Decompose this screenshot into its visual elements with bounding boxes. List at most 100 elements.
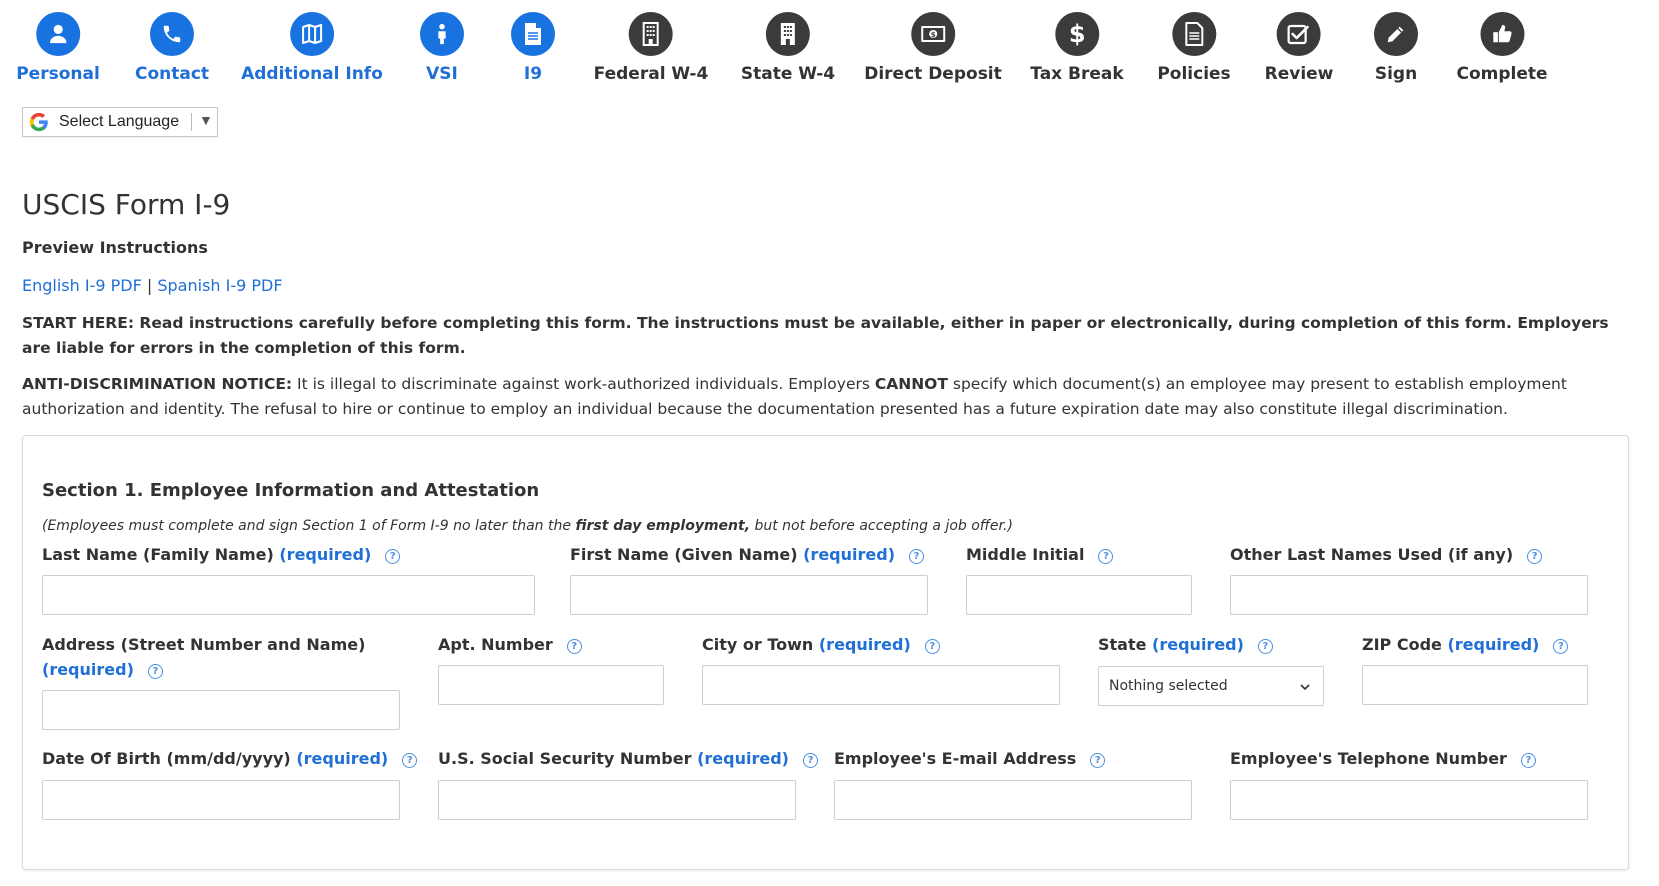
step-contact[interactable]: Contact [135, 12, 209, 84]
english-i9-pdf-link[interactable]: English I-9 PDF [22, 276, 142, 295]
step-label: State W-4 [740, 64, 836, 84]
first-name-input[interactable] [570, 575, 928, 615]
notice-text: It is illegal to discriminate against wo… [292, 375, 875, 393]
other-last-names-label: Other Last Names Used (if any)? [1230, 542, 1543, 567]
state-select[interactable]: Nothing selected [1098, 666, 1324, 706]
middle-initial-label: Middle Initial? [966, 542, 1114, 567]
step-sign[interactable]: Sign [1374, 12, 1418, 84]
dropdown-arrow-icon: ▼ [199, 112, 213, 128]
figure-icon [420, 12, 464, 56]
building-icon [628, 12, 673, 56]
apt-number-input[interactable] [438, 665, 664, 705]
step-label: Personal [16, 64, 100, 84]
office-building-icon [765, 12, 810, 56]
middle-initial-input[interactable] [966, 575, 1192, 615]
ssn-input[interactable] [438, 780, 796, 820]
step-direct-deposit[interactable]: $ Direct Deposit [864, 12, 1002, 84]
required-marker: (required) [279, 545, 372, 564]
zip-code-label: ZIP Code (required)? [1362, 632, 1569, 657]
pdf-links: English I-9 PDF | Spanish I-9 PDF [22, 276, 283, 295]
step-label: Additional Info [241, 64, 383, 84]
divider [191, 113, 192, 131]
other-last-names-input[interactable] [1230, 575, 1588, 615]
help-icon[interactable]: ? [1527, 549, 1543, 564]
step-review[interactable]: Review [1264, 12, 1334, 84]
required-marker: (required) [818, 635, 911, 654]
step-label: Tax Break [1030, 64, 1124, 84]
dollar-icon: $ [1054, 12, 1099, 56]
dob-input[interactable] [42, 780, 400, 820]
state-selected-value: Nothing selected [1109, 678, 1228, 694]
help-icon[interactable]: ? [1553, 639, 1569, 654]
label-text: U.S. Social Security Number [438, 749, 692, 768]
step-personal[interactable]: Personal [16, 12, 100, 84]
help-icon[interactable]: ? [1257, 639, 1273, 654]
city-input[interactable] [702, 665, 1060, 705]
spanish-i9-pdf-link[interactable]: Spanish I-9 PDF [157, 276, 282, 295]
help-icon[interactable]: ? [1520, 753, 1536, 768]
map-icon [290, 12, 334, 56]
last-name-input[interactable] [42, 575, 535, 615]
money-icon: $ [910, 12, 955, 56]
label-text: Employee's E-mail Address [834, 749, 1077, 768]
step-label: Complete [1456, 64, 1548, 84]
note-text: but not before accepting a job offer.) [750, 518, 1013, 534]
step-policies[interactable]: Policies [1157, 12, 1231, 84]
required-marker: (required) [42, 660, 134, 679]
label-text: State [1098, 635, 1147, 654]
svg-text:$: $ [931, 31, 936, 39]
help-icon[interactable]: ? [909, 549, 924, 564]
help-icon[interactable]: ? [924, 639, 940, 654]
anti-discrimination-notice: ANTI-DISCRIMINATION NOTICE: It is illega… [22, 372, 1632, 422]
select-language-dropdown[interactable]: Select Language ▼ [22, 107, 218, 137]
document-icon [511, 12, 555, 56]
step-state-w4[interactable]: State W-4 [741, 12, 835, 84]
step-label: Direct Deposit [864, 64, 1002, 84]
step-label: Policies [1157, 64, 1231, 84]
thumbs-up-icon [1480, 12, 1524, 56]
required-marker: (required) [1447, 635, 1540, 654]
label-text: Apt. Number [438, 635, 553, 654]
step-vsi[interactable]: VSI [420, 12, 464, 84]
required-marker: (required) [296, 749, 389, 768]
label-text: Other Last Names Used (if any) [1230, 545, 1514, 564]
step-complete[interactable]: Complete [1456, 12, 1548, 84]
step-federal-w4[interactable]: Federal W-4 [594, 12, 708, 84]
zip-code-input[interactable] [1362, 665, 1588, 705]
help-icon[interactable]: ? [566, 639, 582, 654]
help-icon[interactable]: ? [147, 664, 163, 679]
label-text: Middle Initial [966, 545, 1085, 564]
step-additional-info[interactable]: Additional Info [241, 12, 383, 84]
email-input[interactable] [834, 780, 1192, 820]
ssn-label: U.S. Social Security Number (required)? [438, 746, 818, 771]
label-text: Address (Street Number and Name) [42, 635, 366, 654]
start-here-notice: START HERE: Read instructions carefully … [22, 314, 1609, 357]
address-label: Address (Street Number and Name) (require… [42, 632, 365, 682]
step-label: Sign [1374, 64, 1418, 84]
person-icon [35, 12, 80, 56]
step-label: Review [1264, 64, 1334, 84]
label-text: City or Town [702, 635, 814, 654]
telephone-input[interactable] [1230, 780, 1588, 820]
required-marker: (required) [697, 749, 789, 768]
help-icon[interactable]: ? [1090, 753, 1106, 768]
apt-number-label: Apt. Number? [438, 632, 582, 657]
telephone-label: Employee's Telephone Number? [1230, 746, 1536, 771]
phone-icon [150, 12, 194, 56]
google-icon [29, 112, 48, 132]
dob-label: Date Of Birth (mm/dd/yyyy) (required)? [42, 746, 418, 771]
help-icon[interactable]: ? [802, 753, 818, 768]
email-label: Employee's E-mail Address? [834, 746, 1106, 771]
address-input[interactable] [42, 690, 400, 730]
first-name-label: First Name (Given Name) (required)? [570, 542, 924, 567]
help-icon[interactable]: ? [385, 549, 401, 564]
step-i9[interactable]: I9 [511, 12, 555, 84]
help-icon[interactable]: ? [402, 753, 418, 768]
step-tax-break[interactable]: $ Tax Break [1030, 12, 1124, 84]
link-separator: | [141, 276, 158, 295]
state-label: State (required)? [1098, 632, 1273, 657]
help-icon[interactable]: ? [1098, 549, 1114, 564]
note-text: (Employees must complete and sign Sectio… [42, 518, 576, 534]
checkbox-icon [1276, 12, 1321, 56]
cannot-emphasis: CANNOT [874, 375, 948, 393]
